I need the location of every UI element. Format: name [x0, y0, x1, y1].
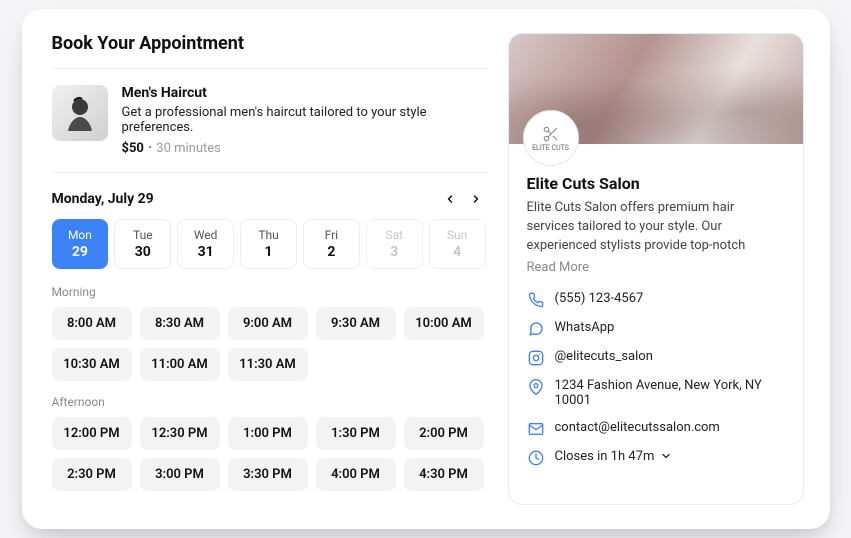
time-slot[interactable]: 11:00 AM	[140, 348, 220, 381]
scissors-icon	[542, 125, 560, 143]
day-number: 3	[367, 244, 422, 260]
hours-label: Closes in 1h 47m	[555, 449, 655, 464]
day-number: 30	[115, 244, 170, 260]
time-slot[interactable]: 4:00 PM	[316, 458, 396, 491]
day-cell[interactable]: Tue 30	[114, 219, 171, 269]
morning-slots: 8:00 AM8:30 AM9:00 AM9:30 AM10:00 AM 10:3…	[52, 307, 486, 381]
day-number: 2	[304, 244, 359, 260]
business-logo-text: ELITE CUTS	[532, 145, 569, 152]
service-duration: 30 minutes	[156, 141, 221, 156]
divider	[52, 172, 486, 173]
time-slot[interactable]: 12:00 PM	[52, 417, 132, 450]
time-slot[interactable]: 11:30 AM	[228, 348, 308, 381]
prev-week-button[interactable]	[440, 189, 460, 209]
divider	[52, 68, 486, 69]
read-more-link[interactable]: Read More	[527, 260, 589, 275]
afternoon-label: Afternoon	[52, 395, 486, 409]
contact-whatsapp-text: WhatsApp	[555, 320, 785, 335]
contact-hours-text: Closes in 1h 47m	[555, 449, 785, 464]
meta-separator: •	[144, 141, 156, 156]
business-banner: ELITE CUTS	[509, 34, 803, 144]
day-cell: Sat 3	[366, 219, 423, 269]
map-pin-icon	[527, 378, 545, 395]
day-cell: Sun 4	[429, 219, 486, 269]
time-slot[interactable]: 9:00 AM	[228, 307, 308, 340]
phone-icon	[527, 291, 545, 308]
day-cell[interactable]: Wed 31	[177, 219, 234, 269]
time-slot[interactable]: 9:30 AM	[316, 307, 396, 340]
time-slot[interactable]: 8:00 AM	[52, 307, 132, 340]
contact-whatsapp[interactable]: WhatsApp	[527, 320, 785, 337]
day-number: 31	[178, 244, 233, 260]
contact-address-text: 1234 Fashion Avenue, New York, NY 10001	[555, 378, 785, 408]
day-number: 4	[430, 244, 485, 260]
days-row: Mon 29 Tue 30 Wed 31 Thu 1 Fri 2 Sat 3 Sun 4	[52, 219, 486, 269]
day-cell[interactable]: Fri 2	[303, 219, 360, 269]
service-name: Men's Haircut	[122, 85, 486, 101]
time-slot[interactable]: 3:30 PM	[228, 458, 308, 491]
service-body: Men's Haircut Get a professional men's h…	[122, 85, 486, 156]
time-slot[interactable]: 2:00 PM	[404, 417, 484, 450]
contact-instagram[interactable]: @elitecuts_salon	[527, 349, 785, 366]
day-number: 29	[53, 244, 108, 260]
booking-left-column: Book Your Appointment Men's Haircut Get …	[52, 33, 486, 505]
day-cell[interactable]: Thu 1	[240, 219, 297, 269]
service-image	[52, 85, 108, 141]
date-header: Monday, July 29	[52, 189, 486, 209]
contact-email[interactable]: contact@elitecutssalon.com	[527, 420, 785, 437]
day-cell[interactable]: Mon 29	[52, 219, 109, 269]
service-summary: Men's Haircut Get a professional men's h…	[52, 85, 486, 156]
contact-address[interactable]: 1234 Fashion Avenue, New York, NY 10001	[527, 378, 785, 408]
next-week-button[interactable]	[466, 189, 486, 209]
time-slot[interactable]: 12:30 PM	[140, 417, 220, 450]
contact-phone[interactable]: (555) 123-4567	[527, 291, 785, 308]
time-slot[interactable]: 1:30 PM	[316, 417, 396, 450]
time-slot[interactable]: 2:30 PM	[52, 458, 132, 491]
chevron-down-icon	[660, 450, 672, 462]
business-logo: ELITE CUTS	[523, 110, 579, 166]
time-slot[interactable]: 10:00 AM	[404, 307, 484, 340]
day-number: 1	[241, 244, 296, 260]
business-body: Elite Cuts Salon Elite Cuts Salon offers…	[509, 144, 803, 482]
booking-card: Book Your Appointment Men's Haircut Get …	[22, 9, 830, 529]
service-meta: $50•30 minutes	[122, 141, 486, 156]
selected-date-label: Monday, July 29	[52, 191, 154, 207]
afternoon-slots: 12:00 PM12:30 PM1:00 PM1:30 PM2:00 PM 2:3…	[52, 417, 486, 491]
day-of-week: Tue	[115, 228, 170, 242]
mail-icon	[527, 420, 545, 437]
week-nav	[440, 189, 486, 209]
contact-hours[interactable]: Closes in 1h 47m	[527, 449, 785, 466]
whatsapp-icon	[527, 320, 545, 337]
day-of-week: Fri	[304, 228, 359, 242]
day-of-week: Wed	[178, 228, 233, 242]
time-slot[interactable]: 3:00 PM	[140, 458, 220, 491]
business-sidebar: ELITE CUTS Elite Cuts Salon Elite Cuts S…	[508, 33, 804, 505]
time-slot[interactable]: 10:30 AM	[52, 348, 132, 381]
clock-icon	[527, 449, 545, 466]
business-name: Elite Cuts Salon	[527, 174, 785, 193]
time-slot[interactable]: 8:30 AM	[140, 307, 220, 340]
contact-phone-text: (555) 123-4567	[555, 291, 785, 306]
time-slot[interactable]: 4:30 PM	[404, 458, 484, 491]
day-of-week: Sun	[430, 228, 485, 242]
day-of-week: Mon	[53, 228, 108, 242]
morning-label: Morning	[52, 285, 486, 299]
service-description: Get a professional men's haircut tailore…	[122, 105, 486, 135]
contact-email-text: contact@elitecutssalon.com	[555, 420, 785, 435]
contact-instagram-text: @elitecuts_salon	[555, 349, 785, 364]
chevron-right-icon	[470, 193, 482, 205]
instagram-icon	[527, 349, 545, 366]
time-slot[interactable]: 1:00 PM	[228, 417, 308, 450]
service-price: $50	[122, 141, 144, 156]
day-of-week: Sat	[367, 228, 422, 242]
business-description: Elite Cuts Salon offers premium hair ser…	[527, 199, 785, 256]
day-of-week: Thu	[241, 228, 296, 242]
chevron-left-icon	[444, 193, 456, 205]
page-title: Book Your Appointment	[52, 33, 486, 54]
contact-list: (555) 123-4567 WhatsApp @elitecuts_salon	[527, 291, 785, 466]
